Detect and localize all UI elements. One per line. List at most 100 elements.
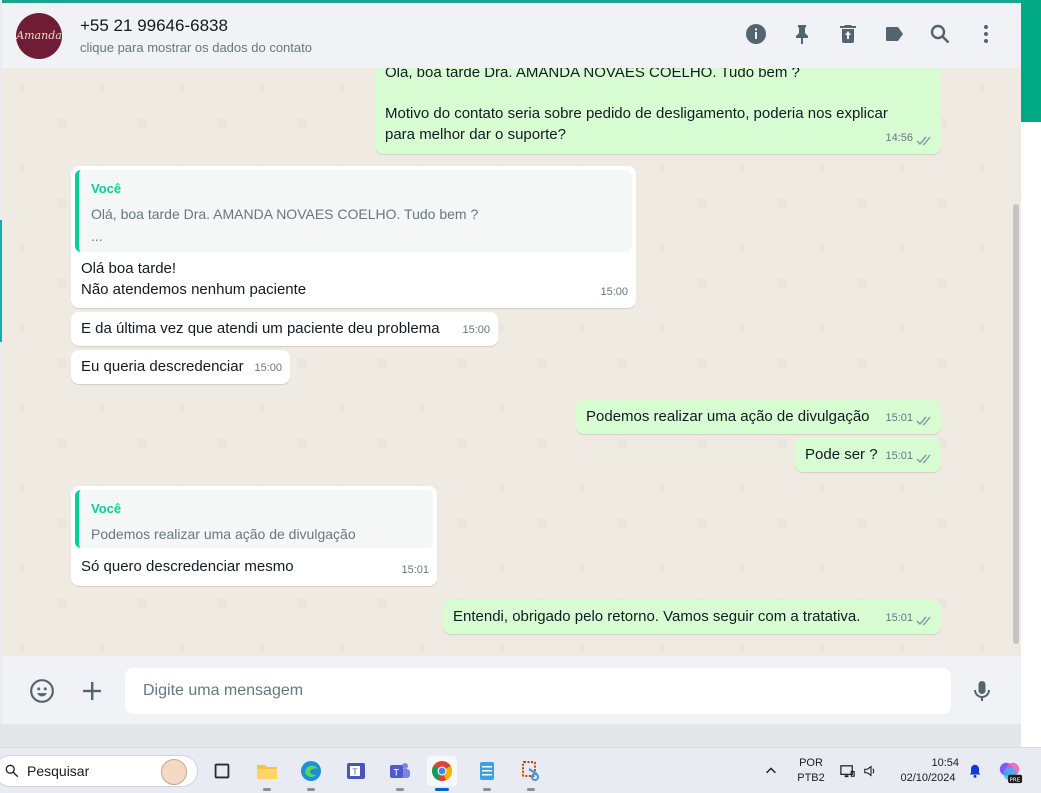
background-window-edge bbox=[1021, 0, 1041, 122]
message-time: 15:00 bbox=[462, 324, 490, 336]
message-text-line: Olá, boa tarde Dra. AMANDA NOVAES COELHO… bbox=[385, 68, 800, 81]
message-text-line: Olá boa tarde! bbox=[81, 260, 177, 277]
message-time: 15:00 bbox=[254, 362, 282, 374]
label-icon[interactable] bbox=[881, 21, 907, 47]
contact-name: +55 21 99646-6838 bbox=[80, 16, 228, 35]
running-indicator bbox=[435, 788, 449, 791]
double-check-icon bbox=[916, 613, 933, 626]
message-meta: 14:56 bbox=[885, 128, 933, 149]
search-icon[interactable] bbox=[927, 21, 953, 47]
info-icon[interactable] bbox=[743, 21, 769, 47]
message-text-line: Não atendemos nenhum paciente bbox=[81, 281, 307, 298]
message-bubble-incoming[interactable]: E da última vez que atendi um paciente d… bbox=[71, 312, 498, 346]
double-check-icon bbox=[916, 451, 933, 464]
message-bubble-incoming[interactable]: Você Podemos realizar uma ação de divulg… bbox=[71, 486, 437, 586]
attach-plus-icon[interactable] bbox=[78, 677, 106, 705]
message-time: 15:01 bbox=[885, 450, 913, 462]
input-language[interactable]: POR PTB2 bbox=[794, 756, 828, 786]
emoji-icon[interactable] bbox=[28, 677, 56, 705]
clear-chat-icon[interactable] bbox=[835, 21, 861, 47]
running-indicator bbox=[527, 788, 535, 791]
message-time: 15:00 bbox=[600, 286, 628, 298]
message-bubble-incoming[interactable]: Você Olá, boa tarde Dra. AMANDA NOVAES C… bbox=[71, 166, 636, 308]
message-text: Pode ser ? bbox=[805, 446, 878, 463]
message-bubble-outgoing[interactable]: Pode ser ? 15:01 bbox=[795, 438, 941, 472]
message-bubble-outgoing[interactable]: Podemos realizar uma ação de divulgação … bbox=[576, 400, 941, 434]
message-input[interactable] bbox=[143, 682, 933, 700]
contact-avatar[interactable]: Amanda bbox=[16, 12, 62, 59]
message-meta: 15:00 bbox=[600, 282, 628, 303]
chrome-icon[interactable] bbox=[427, 756, 457, 791]
search-icon bbox=[5, 764, 19, 778]
taskbar-search-label: Pesquisar bbox=[27, 763, 90, 779]
microphone-icon[interactable] bbox=[968, 677, 996, 705]
svg-text:T: T bbox=[393, 769, 400, 779]
running-indicator bbox=[263, 788, 271, 791]
clock-time: 10:54 bbox=[931, 757, 959, 769]
message-time: 15:01 bbox=[885, 412, 913, 424]
message-meta: 15:01 bbox=[401, 560, 429, 581]
edge-icon[interactable] bbox=[296, 756, 326, 791]
copilot-icon[interactable]: PRE bbox=[996, 758, 1024, 786]
avatar-logo-text: Amanda bbox=[16, 29, 62, 42]
running-indicator bbox=[483, 788, 491, 791]
message-meta: 15:01 bbox=[885, 608, 933, 629]
chevron-up-icon[interactable] bbox=[762, 762, 780, 780]
menu-icon[interactable] bbox=[973, 21, 999, 47]
clock-date: 02/10/2024 bbox=[900, 772, 956, 784]
volume-icon[interactable] bbox=[862, 762, 880, 780]
compose-bar bbox=[2, 656, 1021, 724]
notification-bell-icon[interactable] bbox=[966, 762, 984, 780]
double-check-icon bbox=[916, 133, 933, 146]
windows-taskbar: Pesquisar T T POR PTB2 10:54 02/10/2024 … bbox=[0, 747, 1041, 793]
double-check-icon bbox=[916, 413, 933, 426]
message-text: Podemos realizar uma ação de divulgação bbox=[586, 408, 870, 425]
running-indicator bbox=[307, 788, 315, 791]
quoted-message[interactable]: Você Olá, boa tarde Dra. AMANDA NOVAES C… bbox=[75, 170, 632, 252]
notepad-icon[interactable] bbox=[472, 756, 502, 791]
message-bubble-incoming[interactable]: Eu queria descredenciar 15:00 bbox=[71, 350, 290, 384]
pin-icon[interactable] bbox=[789, 21, 815, 47]
window-bottom-edge bbox=[0, 724, 1021, 747]
message-text: E da última vez que atendi um paciente d… bbox=[81, 320, 440, 337]
background-window-body bbox=[1021, 122, 1041, 747]
chat-header[interactable]: Amanda +55 21 99646-6838 clique para mos… bbox=[2, 0, 1021, 68]
keyboard-layout: PTB2 bbox=[797, 772, 825, 784]
message-meta: 15:01 bbox=[885, 446, 933, 467]
quote-text: Olá, boa tarde Dra. AMANDA NOVAES COELHO… bbox=[91, 206, 479, 222]
task-view-icon[interactable] bbox=[207, 756, 237, 786]
teams-classroom-icon[interactable]: T bbox=[341, 756, 371, 786]
message-text: Entendi, obrigado pelo retorno. Vamos se… bbox=[453, 608, 861, 625]
message-meta: 15:00 bbox=[254, 358, 282, 379]
copilot-badge: PRE bbox=[1010, 777, 1021, 783]
quoted-message[interactable]: Você Podemos realizar uma ação de divulg… bbox=[75, 490, 433, 548]
scrollbar-thumb[interactable] bbox=[1013, 204, 1019, 644]
teams-icon[interactable]: T bbox=[385, 756, 415, 791]
message-text-line: Motivo do contato seria sobre pedido de … bbox=[385, 105, 888, 122]
message-meta: 15:01 bbox=[885, 408, 933, 429]
quote-author: Você bbox=[91, 181, 122, 196]
message-meta: 15:00 bbox=[462, 320, 490, 341]
contact-subtitle: clique para mostrar os dados do contato bbox=[80, 40, 312, 55]
header-actions bbox=[743, 21, 999, 47]
message-bubble-outgoing[interactable]: Olá, boa tarde Dra. AMANDA NOVAES COELHO… bbox=[375, 68, 941, 154]
message-text: Só quero descredenciar mesmo bbox=[81, 558, 294, 575]
language-code: POR bbox=[799, 757, 823, 769]
file-explorer-icon[interactable] bbox=[252, 756, 282, 791]
message-bubble-outgoing[interactable]: Entendi, obrigado pelo retorno. Vamos se… bbox=[443, 600, 941, 634]
message-text: Eu queria descredenciar bbox=[81, 358, 244, 375]
message-text-line: para melhor dar o suporte? bbox=[385, 126, 566, 143]
running-indicator bbox=[396, 788, 404, 791]
taskbar-search[interactable]: Pesquisar bbox=[0, 755, 198, 787]
contact-info[interactable]: +55 21 99646-6838 clique para mostrar os… bbox=[80, 16, 312, 55]
message-time: 14:56 bbox=[885, 132, 913, 144]
search-highlight-icon bbox=[161, 759, 187, 785]
network-icon[interactable] bbox=[838, 762, 856, 780]
message-time: 15:01 bbox=[885, 612, 913, 624]
quote-author: Você bbox=[91, 501, 122, 516]
message-list[interactable]: Olá, boa tarde Dra. AMANDA NOVAES COELHO… bbox=[2, 68, 1021, 656]
message-input-box[interactable] bbox=[125, 668, 951, 714]
scrollbar-track[interactable] bbox=[1011, 68, 1021, 656]
snipping-tool-icon[interactable] bbox=[516, 756, 546, 791]
clock[interactable]: 10:54 02/10/2024 bbox=[893, 756, 963, 786]
